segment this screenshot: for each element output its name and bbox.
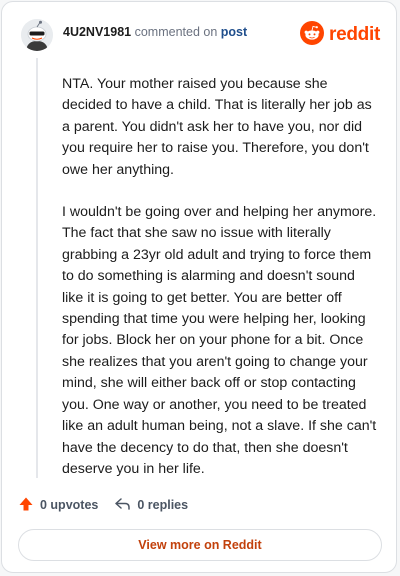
commented-on-text: commented on [134,25,218,39]
view-more-button[interactable]: View more on Reddit [18,529,382,561]
upvote-arrow-icon [18,496,34,515]
reply-count: 0 replies [137,498,189,512]
upvote-count: 0 upvotes [40,498,99,512]
comment-header: 4U2NV1981 commented on post reddit [2,2,396,66]
reddit-logo-icon [300,20,325,50]
reddit-brand[interactable]: reddit [300,20,380,50]
user-avatar-icon[interactable] [21,19,53,51]
comment-paragraph: I wouldn't be going over and helping her… [62,204,377,477]
reply-button[interactable]: 0 replies [114,496,188,515]
comment-embed-card: 4U2NV1981 commented on post reddit NTA. … [1,1,397,573]
reddit-wordmark: reddit [329,24,380,45]
comment-meta: 4U2NV1981 commented on post [63,25,247,39]
thread-line [36,58,38,478]
post-link[interactable]: post [221,25,247,39]
comment-actions: 0 upvotes 0 replies [18,495,188,515]
reply-arrow-icon [114,496,131,515]
upvote-button[interactable]: 0 upvotes [18,496,98,515]
comment-body: NTA. Your mother raised you because she … [62,74,378,501]
comment-paragraph: NTA. Your mother raised you because she … [62,76,372,178]
username-link[interactable]: 4U2NV1981 [63,25,131,39]
